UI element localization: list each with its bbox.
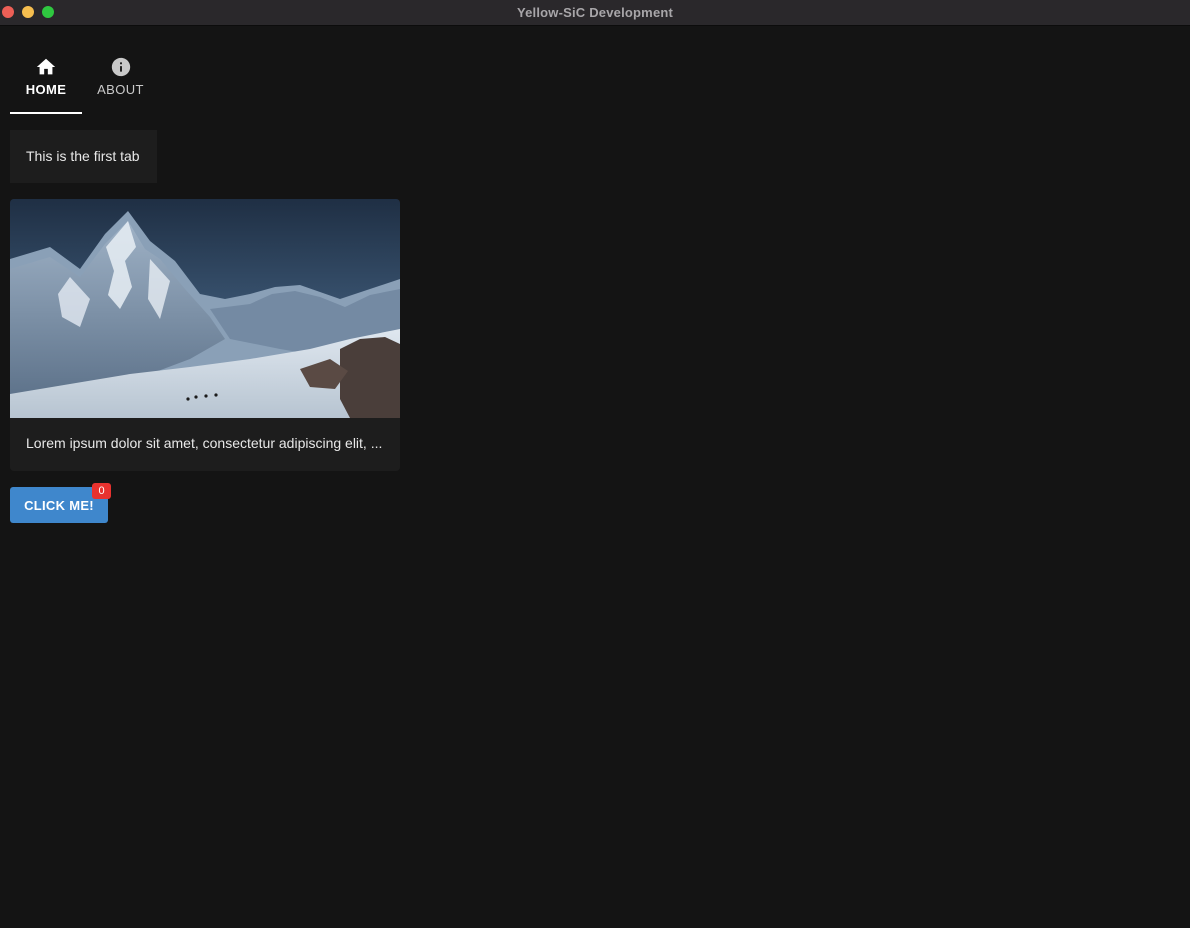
tab-about-label: ABOUT bbox=[97, 82, 144, 97]
home-icon bbox=[36, 58, 56, 75]
tab-home[interactable]: HOME bbox=[10, 48, 82, 114]
app-window: Yellow-SiC Development HOME ABOUT This i… bbox=[0, 0, 1190, 928]
tab-about[interactable]: ABOUT bbox=[82, 48, 159, 114]
tab-bar: HOME ABOUT bbox=[10, 48, 159, 114]
tab-home-label: HOME bbox=[25, 82, 67, 97]
card-description: Lorem ipsum dolor sit amet, consectetur … bbox=[26, 435, 383, 451]
title-bar: Yellow-SiC Development bbox=[0, 0, 1190, 26]
info-icon bbox=[111, 57, 130, 77]
image-card: Lorem ipsum dolor sit amet, consectetur … bbox=[10, 199, 400, 471]
tab-active-indicator bbox=[10, 112, 82, 114]
tab-content-text: This is the first tab bbox=[10, 130, 157, 183]
snowy-mountain-photo bbox=[10, 199, 400, 418]
window-title: Yellow-SiC Development bbox=[516, 5, 674, 20]
click-count-badge: 0 bbox=[92, 483, 111, 499]
